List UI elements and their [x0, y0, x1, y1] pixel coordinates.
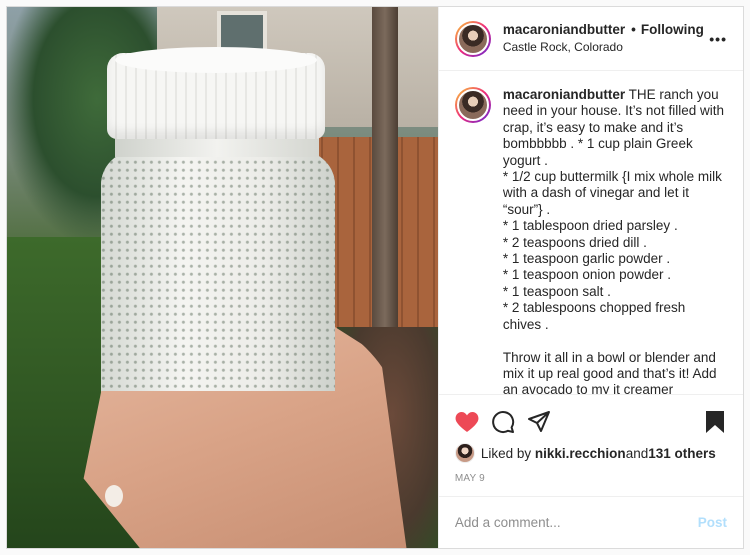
more-options-icon[interactable]: ••• — [709, 31, 727, 47]
caption-author-avatar[interactable] — [454, 87, 491, 123]
background-trunk — [372, 7, 398, 337]
post-location[interactable]: Castle Rock, Colorado — [503, 40, 704, 55]
caption-body: THE ranch you need in your house. It’s n… — [502, 87, 724, 394]
liker-avatar[interactable] — [454, 443, 475, 463]
caption-username[interactable]: macaroniandbutter — [503, 87, 625, 102]
thumbnail — [105, 485, 123, 507]
post-photo[interactable] — [7, 7, 438, 548]
post-side-panel: macaroniandbutter • Following Castle Roc… — [437, 7, 743, 548]
liker-username[interactable]: nikki.recchion — [535, 446, 626, 461]
following-button[interactable]: Following — [641, 22, 704, 39]
post-window: macaroniandbutter • Following Castle Roc… — [6, 6, 744, 549]
post-caption: macaroniandbutter THE ranch you need in … — [439, 71, 743, 394]
heart-filled-icon[interactable] — [455, 410, 479, 434]
comment-input[interactable] — [454, 515, 698, 530]
author-avatar[interactable] — [454, 20, 491, 57]
bookmark-filled-icon[interactable] — [703, 410, 727, 434]
likes-prefix: Liked by — [480, 445, 532, 461]
jar-lid-top — [115, 47, 317, 73]
post-header: macaroniandbutter • Following Castle Roc… — [438, 7, 743, 71]
likes-and: and — [625, 445, 649, 461]
caption-text: macaroniandbutter THE ranch you need in … — [503, 87, 727, 394]
comment-bar: Post — [438, 496, 743, 548]
action-icons — [455, 403, 727, 441]
likes-summary: Liked by nikki.recchion and 131 others — [454, 443, 727, 463]
separator-dot: • — [631, 21, 636, 37]
post-date[interactable]: MAY 9 — [455, 473, 727, 496]
paper-plane-icon[interactable] — [527, 410, 551, 434]
post-actions: Liked by nikki.recchion and 131 others M… — [438, 394, 743, 496]
author-info: macaroniandbutter • Following Castle Roc… — [503, 22, 704, 56]
likes-others[interactable]: 131 others — [648, 446, 716, 461]
author-username[interactable]: macaroniandbutter — [503, 22, 625, 39]
ranch-jar-front — [101, 151, 335, 391]
post-comment-button[interactable]: Post — [698, 515, 727, 530]
comment-bubble-icon[interactable] — [491, 410, 515, 434]
